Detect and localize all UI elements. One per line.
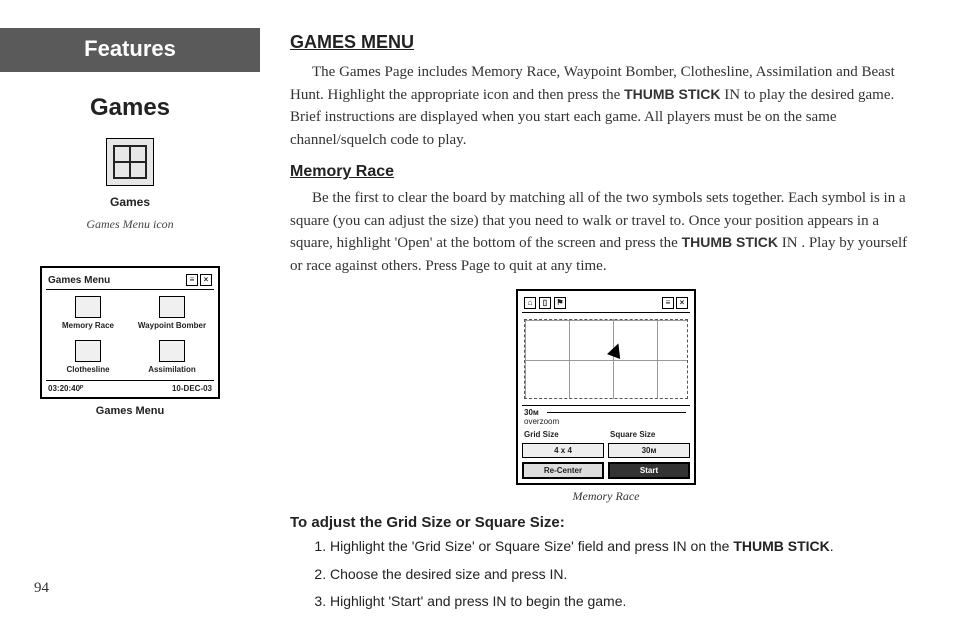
games-icon-block: Games [0,138,260,209]
games-menu-screenshot: Games Menu ≡ × Memory Race Waypoint Bomb… [0,266,260,417]
subhead-memory-race: Memory Race [290,163,922,181]
memory-race-paragraph: Be the first to clear the board by match… [290,187,922,277]
features-tab: Features [0,28,260,72]
menu-cell-clothesline: Clothesline [50,340,126,374]
menu-cell-memory-race: Memory Race [50,296,126,330]
menu-cell-label: Assimilation [134,365,210,374]
section-heading-games-menu: GAMES MENU [290,32,922,53]
games-icon-label: Games [0,195,260,209]
square-size-value: 30ᴍ [608,443,690,458]
device-date: 10-DEC-03 [172,384,212,393]
menu-cell-label: Memory Race [50,321,126,330]
assimilation-icon [159,340,185,362]
race-scale: 30ᴍ [524,408,539,417]
menu-icon: ≡ [662,297,674,309]
overzoom-label: overzoom [522,417,690,426]
instruction-steps: Highlight the 'Grid Size' or Square Size… [290,537,922,612]
waypoint-bomber-icon [159,296,185,318]
games-icon-caption: Games Menu icon [0,217,260,232]
position-arrow-icon [607,341,625,359]
grid-size-value: 4 x 4 [522,443,604,458]
clothesline-icon [75,340,101,362]
games-menu-caption: Games Menu [0,405,260,417]
thumb-stick-label: THUMB STICK [624,86,720,102]
instructions-heading: To adjust the Grid Size or Square Size: [290,514,922,531]
race-map-grid [524,319,688,399]
games-heading: Games [0,94,260,122]
grid-size-label: Grid Size [522,430,604,439]
memory-race-icon [75,296,101,318]
start-button: Start [608,462,690,479]
menu-cell-label: Waypoint Bomber [134,321,210,330]
compass-icon: ⌂ [524,297,536,309]
square-size-label: Square Size [608,430,690,439]
step-1: Highlight the 'Grid Size' or Square Size… [330,537,922,557]
flag-icon: ⚑ [554,297,566,309]
step-2: Choose the desired size and press IN. [330,565,922,585]
sat-icon: ▯ [539,297,551,309]
device-time: 03:20:40ᴾ [48,384,83,393]
menu-cell-assimilation: Assimilation [134,340,210,374]
memory-race-caption: Memory Race [290,489,922,504]
main-content: GAMES MENU The Games Page includes Memor… [290,28,922,601]
step-3: Highlight 'Start' and press IN to begin … [330,592,922,612]
memory-race-screenshot: ⌂ ▯ ⚑ ≡ × 30ᴍ overzoom [290,289,922,504]
menu-icon: ≡ [186,274,198,286]
menu-cell-label: Clothesline [50,365,126,374]
sidebar: Features Games Games Games Menu icon Gam… [0,28,290,601]
close-icon: × [200,274,212,286]
thumb-stick-label: THUMB STICK [682,234,778,250]
recenter-button: Re-Center [522,462,604,479]
menu-cell-waypoint-bomber: Waypoint Bomber [134,296,210,330]
games-puzzle-icon [106,138,154,186]
device-title: Games Menu [48,275,110,286]
close-icon: × [676,297,688,309]
intro-paragraph: The Games Page includes Memory Race, Way… [290,61,922,151]
page-number: 94 [34,580,49,597]
